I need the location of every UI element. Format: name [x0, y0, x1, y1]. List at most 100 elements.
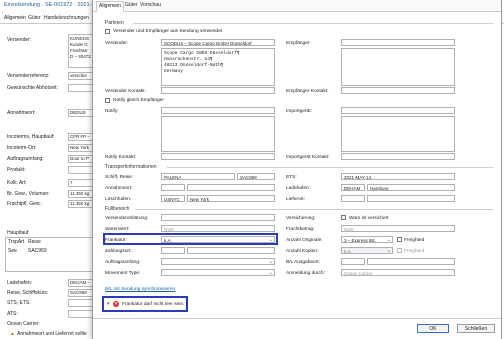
gewicht-bg[interactable]: 11.350 kg	[68, 190, 94, 198]
anzahl-kopien-select[interactable]: k.A. ⌄	[341, 247, 393, 254]
notify-kontakt-input[interactable]	[161, 153, 275, 160]
close-button[interactable]: Schließen	[457, 324, 495, 333]
versender-line3-bg: D – 40472	[70, 54, 91, 59]
kolli-bg[interactable]: 7	[68, 179, 94, 187]
notify-input[interactable]	[161, 107, 275, 114]
label-sts-bg: STS, ETS:	[7, 300, 31, 306]
loeschhafen-name-input[interactable]: New York	[187, 195, 275, 202]
bl-dialog: Allgemein Güter Vorschau Parteien Versen…	[92, 0, 502, 339]
table-cell-reise[interactable]: SAC959	[28, 248, 47, 254]
label-versendererklaerung: Versendererklärung:	[105, 216, 149, 221]
label-ladehafen-bg: Ladehafen:	[7, 280, 33, 286]
zahlungsort-name-input[interactable]	[187, 247, 275, 254]
anmeldung-input[interactable]: Ocean Carrier	[341, 269, 455, 276]
versendererklaerung-input[interactable]	[161, 214, 275, 221]
label-schiff-reise: Schiff, Reise:	[105, 175, 134, 180]
tab-vorschau[interactable]: Vorschau	[138, 1, 163, 10]
anzahl-originale-value: 3 – Express B/L	[344, 238, 376, 243]
tab-allgemein[interactable]: Allgemein	[96, 1, 124, 12]
freighted-label: Freighted	[404, 238, 425, 243]
annahmeort-name-input[interactable]	[187, 184, 275, 191]
label-incoterms-bg: Incoterms, Hauptlauf:	[7, 134, 55, 140]
lieferort-name-input[interactable]	[367, 195, 455, 202]
versender-empfaenger-checkbox[interactable]	[105, 29, 110, 34]
auftragsumfang-select[interactable]: ⌄	[161, 258, 275, 265]
label-ladehafen: Ladehafen:	[286, 186, 311, 191]
importgeraet-input[interactable]	[341, 107, 455, 114]
label-zahlungsort: Zahlungsort:	[105, 249, 132, 254]
label-notify: Notify:	[105, 109, 119, 114]
reise-input[interactable]: SAC959	[237, 173, 275, 180]
freighted-checkbox[interactable]	[397, 237, 402, 242]
schiff-input[interactable]: PALENA	[161, 173, 235, 180]
frachtgewicht-bg[interactable]: 11.350 kg	[68, 200, 94, 208]
empfaenger-input[interactable]	[341, 39, 455, 46]
dialog-tabs: Allgemein Güter Vorschau	[93, 0, 501, 12]
label-movement-type: Movement Type:	[105, 271, 141, 276]
annahmeort-bg[interactable]: DEDUS	[68, 109, 94, 117]
bl-ausgabeort-name-input[interactable]	[367, 258, 455, 265]
incoterms-bg[interactable]: CFR FP –	[68, 133, 94, 141]
section-hauptlauf-bg: Hauptlauf	[7, 230, 29, 236]
section-fuellbereich: Fullbereich	[105, 206, 130, 212]
chevron-down-icon: ⌄	[386, 248, 391, 254]
empfaenger-kontakt-input[interactable]	[341, 87, 455, 94]
notify-checkbox[interactable]	[105, 98, 110, 103]
notify-address[interactable]	[161, 116, 275, 152]
sts-bg[interactable]	[68, 299, 94, 307]
label-auftragsumfang: Auftragsumfang:	[105, 260, 141, 265]
tab-handelsrechnungen-bg[interactable]: Handelsrechnungen	[42, 15, 91, 21]
sync-link[interactable]: B/L mit Sendung synchronisieren	[105, 287, 175, 292]
collapse-arrow-icon[interactable]: ▾	[107, 302, 109, 307]
ats-bg[interactable]	[68, 310, 94, 318]
label-ocean-carrier-bg: Ocean Carrier:	[7, 321, 40, 327]
ok-button[interactable]: OK	[417, 324, 449, 333]
label-bl-ausgabeort: B/L Ausgabeort:	[286, 260, 320, 265]
lieferort-code-input[interactable]	[341, 195, 365, 202]
movement-type-select[interactable]: ⌄	[161, 269, 275, 276]
warning-icon: ▲	[10, 331, 15, 337]
versenderreferenz-bg[interactable]: verschie	[68, 72, 94, 80]
warenwert-input[interactable]: NVD	[161, 225, 275, 232]
ware-versichert-checkbox[interactable]	[341, 215, 346, 220]
reise-bg[interactable]: SAC959	[68, 289, 94, 297]
annahmeort-code-input[interactable]	[161, 184, 185, 191]
ladehafen-bg[interactable]: DEHAM –	[68, 279, 94, 287]
bl-ausgabeort-code-input[interactable]	[341, 258, 365, 265]
label-produkt-bg: Produkt:	[7, 167, 26, 173]
frankatur-highlight	[103, 233, 278, 245]
versender-box-bg[interactable]: KUNDUS Kunde G Frachtstr D – 40472	[68, 34, 94, 68]
zahlungsort-code-input[interactable]	[161, 247, 185, 254]
freighted-copies-checkbox[interactable]	[397, 248, 402, 253]
ladehafen-name-input[interactable]: Hamburg	[367, 184, 455, 191]
empfaenger-address[interactable]	[341, 48, 455, 86]
divider-parteien	[133, 23, 493, 24]
loeschhafen-code-input[interactable]: USNYC	[161, 195, 185, 202]
chevron-down-icon: ⌄	[386, 237, 391, 243]
tab-allgemein-bg[interactable]: Allgemein	[2, 15, 28, 21]
produkt-bg[interactable]	[68, 166, 94, 174]
anzahl-originale-select[interactable]: 3 – Express B/L ⌄	[341, 236, 393, 243]
auftragsumfang-bg[interactable]: Door to P	[68, 155, 94, 163]
importgeraet-kontakt-input[interactable]	[341, 153, 455, 160]
versender-address[interactable]: Scope Cargo GmbH Düsseldorf¶ Hunsrückens…	[161, 48, 275, 86]
label-incoterm-ort-bg: Incoterm-Ort:	[7, 145, 37, 151]
incoterm-ort-bg[interactable]: New York	[68, 144, 94, 152]
table-cell-trspart[interactable]: See	[8, 248, 17, 254]
label-auftragsumfang-bg: Auftragsumfang:	[7, 156, 44, 162]
abholzeit-bg[interactable]	[68, 84, 94, 92]
versender-input[interactable]: SCODUS – Scope Cargo GmbH Düsseldorf	[161, 39, 275, 46]
ladehafen-code-input[interactable]: DEHAM	[341, 184, 365, 191]
frachtbetrag-input[interactable]: NVD	[341, 225, 455, 232]
label-empfaenger-kontakt: Empfänger Kontakt:	[286, 89, 329, 94]
label-importgeraet: Importgerät:	[286, 109, 312, 114]
table-header-trspart: TrspArt	[8, 239, 25, 245]
tab-gueter-bg[interactable]: Güter	[26, 15, 43, 21]
importgeraet-address[interactable]	[341, 116, 455, 152]
label-anzahl-kopien: Anzahl Kopien:	[286, 249, 319, 254]
label-loeschhafen: Löschhafen:	[105, 197, 132, 202]
error-message: Frankatur darf nicht leer sein.	[122, 302, 185, 307]
label-versender-bg: Versender:	[7, 37, 32, 43]
ets-input[interactable]: 2021-MAY-14	[341, 173, 455, 180]
versender-kontakt-input[interactable]	[161, 87, 275, 94]
